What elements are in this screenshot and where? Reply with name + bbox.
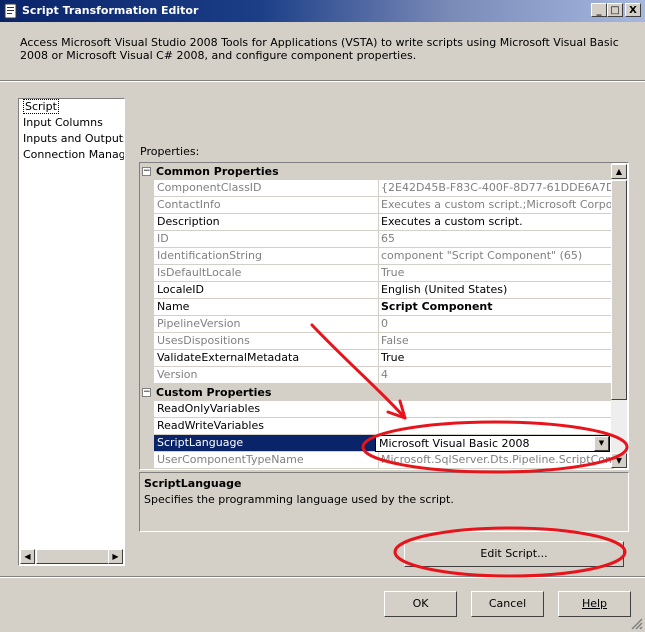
property-row-script-language[interactable]: ScriptLanguage Microsoft Visual Basic 20…: [140, 435, 612, 452]
page-navigation-list[interactable]: Script Input Columns Inputs and Outputs …: [18, 98, 125, 566]
property-row[interactable]: ReadWriteVariables: [140, 418, 614, 435]
property-name: ContactInfo: [154, 197, 379, 214]
property-name: PipelineVersion: [154, 316, 379, 333]
property-value: False: [379, 333, 614, 350]
property-row[interactable]: Description Executes a custom script.: [140, 214, 614, 231]
property-row[interactable]: ComponentClassID {2E42D45B-F83C-400F-8D77…: [140, 180, 614, 197]
property-row[interactable]: UserComponentTypeName Microsoft.SqlServer…: [140, 452, 614, 469]
footer-divider: [0, 576, 645, 578]
help-button[interactable]: Help: [558, 591, 631, 617]
dropdown-arrow-icon[interactable]: ▼: [594, 436, 609, 451]
help-title: ScriptLanguage: [144, 477, 242, 490]
property-row[interactable]: UsesDispositions False: [140, 333, 614, 350]
property-row[interactable]: LocaleID English (United States): [140, 282, 614, 299]
property-row[interactable]: ValidateExternalMetadata True: [140, 350, 614, 367]
property-value[interactable]: Executes a custom script.: [379, 214, 614, 231]
property-name: ReadWriteVariables: [154, 418, 379, 435]
property-value: Microsoft.SqlServer.Dts.Pipeline.ScriptC…: [379, 452, 614, 469]
scroll-thumb[interactable]: [611, 180, 627, 400]
editor-description: Access Microsoft Visual Studio 2008 Tool…: [20, 36, 619, 62]
property-value[interactable]: [379, 401, 614, 418]
script-language-dropdown[interactable]: Microsoft Visual Basic 2008 ▼: [375, 435, 610, 452]
property-value[interactable]: English (United States): [379, 282, 614, 299]
help-label: Help: [581, 597, 608, 610]
property-grid-scrollbar[interactable]: ▲ ▼: [611, 164, 627, 468]
property-value: 0: [379, 316, 614, 333]
property-value[interactable]: True: [379, 350, 614, 367]
nav-item-label: Script: [23, 99, 59, 114]
scroll-down-icon[interactable]: ▼: [611, 453, 627, 468]
category-label: Common Properties: [156, 165, 279, 178]
maximize-button[interactable]: □: [607, 3, 623, 17]
property-value: Executes a custom script.;Microsoft Corp…: [379, 197, 614, 214]
property-value: 65: [379, 231, 614, 248]
scroll-left-icon[interactable]: ◀: [20, 549, 35, 564]
property-name: ID: [154, 231, 379, 248]
category-common-properties[interactable]: − Common Properties: [140, 163, 612, 180]
close-button[interactable]: X: [625, 3, 641, 17]
property-row[interactable]: ReadOnlyVariables: [140, 401, 614, 418]
nav-item-inputs-outputs[interactable]: Inputs and Outputs: [19, 131, 124, 147]
properties-label: Properties:: [140, 145, 199, 158]
collapse-icon[interactable]: −: [142, 167, 151, 176]
property-name: ValidateExternalMetadata: [154, 350, 379, 367]
property-row[interactable]: ID 65: [140, 231, 614, 248]
property-row[interactable]: IsDefaultLocale True: [140, 265, 614, 282]
nav-item-input-columns[interactable]: Input Columns: [19, 115, 124, 131]
property-row[interactable]: Name Script Component: [140, 299, 614, 316]
property-row[interactable]: IdentificationString component "Script Co…: [140, 248, 614, 265]
scroll-up-icon[interactable]: ▲: [611, 164, 627, 179]
property-value[interactable]: [379, 418, 614, 435]
script-editor-icon: [4, 3, 17, 19]
property-name: ComponentClassID: [154, 180, 379, 197]
property-value: 4: [379, 367, 614, 384]
header-divider: [0, 80, 645, 82]
property-name: LocaleID: [154, 282, 379, 299]
edit-script-label: Edit Script...: [480, 547, 548, 560]
edit-script-button[interactable]: Edit Script...: [404, 541, 624, 567]
script-language-value: Microsoft Visual Basic 2008: [379, 437, 530, 450]
property-value: {2E42D45B-F83C-400F-8D77-61DDE6A7DF29}: [379, 180, 614, 197]
resize-grip-icon[interactable]: [631, 618, 643, 630]
property-name: IdentificationString: [154, 248, 379, 265]
cancel-label: Cancel: [488, 597, 527, 610]
nav-horizontal-scrollbar[interactable]: ◀ ▶: [20, 549, 123, 564]
ok-button[interactable]: OK: [384, 591, 457, 617]
category-label: Custom Properties: [156, 386, 272, 399]
title-bar[interactable]: Script Transformation Editor _ □ X: [0, 0, 645, 22]
collapse-icon[interactable]: −: [142, 388, 151, 397]
property-row[interactable]: ContactInfo Executes a custom script.;Mic…: [140, 197, 614, 214]
nav-item-connection-managers[interactable]: Connection Managers: [19, 147, 124, 163]
property-name: ScriptLanguage: [154, 435, 379, 452]
scroll-thumb[interactable]: [36, 549, 116, 564]
property-name: Name: [154, 299, 379, 316]
property-value: component "Script Component" (65): [379, 248, 614, 265]
property-grid[interactable]: − Common Properties ComponentClassID {2E4…: [139, 162, 629, 470]
window-title: Script Transformation Editor: [22, 4, 199, 17]
ok-label: OK: [412, 597, 429, 610]
property-row[interactable]: Version 4: [140, 367, 614, 384]
category-custom-properties[interactable]: − Custom Properties: [140, 384, 612, 401]
property-name: ReadOnlyVariables: [154, 401, 379, 418]
scroll-right-icon[interactable]: ▶: [108, 549, 123, 564]
property-name: UsesDispositions: [154, 333, 379, 350]
property-name: UserComponentTypeName: [154, 452, 379, 469]
property-value[interactable]: Script Component: [379, 299, 614, 316]
properties-label-text: Properties:: [140, 145, 200, 158]
nav-item-script[interactable]: Script: [19, 99, 124, 115]
property-name: Version: [154, 367, 379, 384]
property-value: True: [379, 265, 614, 282]
property-name: IsDefaultLocale: [154, 265, 379, 282]
property-row[interactable]: PipelineVersion 0: [140, 316, 614, 333]
property-name: Description: [154, 214, 379, 231]
cancel-button[interactable]: Cancel: [471, 591, 544, 617]
minimize-button[interactable]: _: [591, 3, 607, 17]
property-help-panel: ScriptLanguage Specifies the programming…: [139, 472, 629, 532]
help-text: Specifies the programming language used …: [144, 493, 454, 506]
